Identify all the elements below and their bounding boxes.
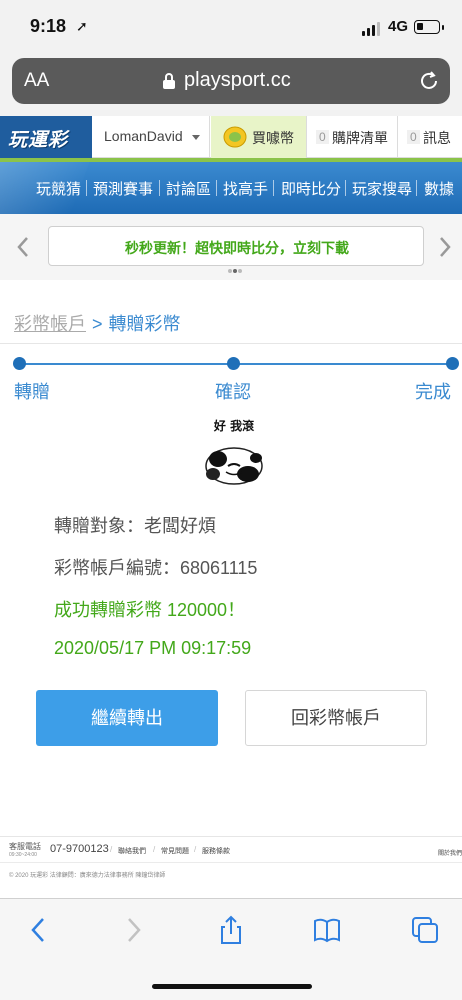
continue-transfer-button[interactable]: 繼續轉出 xyxy=(36,690,218,746)
logo-text: 玩運彩 xyxy=(8,130,69,151)
transfer-timestamp: 2020/05/17 PM 09:17:59 xyxy=(54,638,252,658)
signal-icon xyxy=(362,22,382,36)
footer-divider xyxy=(0,862,462,863)
main-nav: 玩競猜 預測賽事 討論區 找高手 即時比分 玩家搜尋 數據 xyxy=(0,162,462,214)
nav-item-guess[interactable]: 玩競猜 xyxy=(36,178,81,199)
cart-link[interactable]: 0 購牌清單 xyxy=(308,116,398,158)
message-count: 0 xyxy=(407,130,420,144)
location-icon: ➚ xyxy=(76,18,88,34)
service-hours: 09:30~24:00 xyxy=(9,852,37,858)
divider xyxy=(0,343,462,344)
cart-count: 0 xyxy=(316,130,329,144)
copyright-text: © 2020 玩運彩 法律顧問：廣來德力法律事務所 陳鐘岱律師 xyxy=(9,873,166,879)
nav-divider xyxy=(159,180,160,196)
message-label: 訊息 xyxy=(423,130,451,146)
message-link[interactable]: 0 訊息 xyxy=(399,116,462,158)
account-number-text: 彩幣帳戶編號：68061115 xyxy=(54,558,258,578)
forward-icon[interactable] xyxy=(118,915,148,945)
panda-face-icon: 好 我滾 xyxy=(205,418,263,485)
footer-separator: / xyxy=(110,845,113,854)
cart-label: 購牌清單 xyxy=(332,130,388,146)
banner-ad[interactable]: 秒秒更新！超快即時比分，立刻下載 xyxy=(48,226,424,266)
step-dot-confirm xyxy=(227,357,240,370)
footer-link-terms[interactable]: 服務條款 xyxy=(202,846,230,856)
nav-item-livescore[interactable]: 即時比分 xyxy=(281,178,341,199)
step-label-transfer: 轉贈 xyxy=(14,382,50,402)
panda-sticker: 好 我滾 xyxy=(198,416,270,492)
nav-item-experts[interactable]: 找高手 xyxy=(223,178,268,199)
buy-coin-button[interactable]: 買噱幣 xyxy=(211,116,307,158)
username: LomanDavid xyxy=(104,128,183,144)
nav-divider xyxy=(273,180,274,196)
home-indicator[interactable] xyxy=(152,984,312,989)
footer-separator: / xyxy=(194,845,197,854)
nav-item-player-search[interactable]: 玩家搜尋 xyxy=(352,178,412,199)
bookmarks-icon[interactable] xyxy=(312,915,342,945)
step-label-confirm: 確認 xyxy=(215,382,251,402)
address-bar[interactable]: AA playsport.cc xyxy=(12,58,450,104)
footer-separator: / xyxy=(153,845,156,854)
breadcrumb-current: 轉贈彩幣 xyxy=(108,314,181,334)
breadcrumb-link-coin-account[interactable]: 彩幣帳戶 xyxy=(14,314,86,334)
share-icon[interactable] xyxy=(216,915,246,945)
chevron-right-icon[interactable] xyxy=(438,236,452,258)
breadcrumb-separator: > xyxy=(92,314,103,334)
page: 9:18 ➚ 4G AA playsport.cc 玩運彩 LomanDavid… xyxy=(0,0,462,1000)
text-size-label: AA xyxy=(24,70,50,91)
text-size-button[interactable]: AA xyxy=(24,70,49,92)
user-menu[interactable]: LomanDavid xyxy=(92,116,210,158)
tabs-icon[interactable] xyxy=(410,915,440,945)
buy-coin-label: 買噱幣 xyxy=(252,130,294,146)
browser-chrome: 9:18 ➚ 4G AA playsport.cc xyxy=(0,0,462,116)
footer-link-faq[interactable]: 常見問題 xyxy=(161,846,189,856)
footer-link-contact[interactable]: 聯絡我們 xyxy=(118,846,146,856)
lock-icon xyxy=(163,73,175,89)
caret-down-icon xyxy=(192,135,200,140)
nav-item-predict[interactable]: 預測賽事 xyxy=(93,178,153,199)
banner-carousel: 秒秒更新！超快即時比分，立刻下載 xyxy=(0,214,462,280)
sticker-caption: 好 我滾 xyxy=(213,418,255,433)
back-icon[interactable] xyxy=(24,915,54,945)
site-logo[interactable]: 玩運彩 xyxy=(0,116,92,158)
banner-text: 秒秒更新！超快即時比分，立刻下載 xyxy=(125,240,349,256)
recipient-text: 轉贈對象：老闆好煩 xyxy=(54,516,216,536)
site-header: 玩運彩 LomanDavid 買噱幣 0 購牌清單 0 訊息 xyxy=(0,116,462,158)
battery-icon xyxy=(414,20,444,34)
step-dot-transfer xyxy=(13,357,26,370)
status-bar: 9:18 ➚ 4G xyxy=(0,0,462,52)
nav-divider xyxy=(416,180,417,196)
nav-item-data[interactable]: 數據 xyxy=(424,178,454,199)
nav-divider xyxy=(216,180,217,196)
network-type: 4G xyxy=(388,18,409,35)
status-time: 9:18 xyxy=(30,16,67,36)
carousel-dots xyxy=(228,269,242,273)
url-text: playsport.cc xyxy=(184,69,291,91)
nav-divider xyxy=(86,180,87,196)
chevron-left-icon[interactable] xyxy=(16,236,30,258)
step-dot-complete xyxy=(446,357,459,370)
step-label-complete: 完成 xyxy=(415,382,451,402)
reload-icon[interactable] xyxy=(416,68,442,94)
breadcrumb: 彩幣帳戶 > 轉贈彩幣 xyxy=(14,310,181,336)
service-phone-label: 客服電話 xyxy=(9,842,41,851)
nav-item-forum[interactable]: 討論區 xyxy=(166,178,211,199)
footer-link-about[interactable]: 關於我們 xyxy=(438,848,462,857)
coin-icon xyxy=(223,126,247,148)
nav-divider xyxy=(345,180,346,196)
success-message: 成功轉贈彩幣 120000！ xyxy=(54,600,246,620)
back-to-account-button[interactable]: 回彩幣帳戶 xyxy=(245,690,427,746)
service-phone: 07-9700123 xyxy=(50,843,109,855)
footer-divider xyxy=(0,836,462,837)
